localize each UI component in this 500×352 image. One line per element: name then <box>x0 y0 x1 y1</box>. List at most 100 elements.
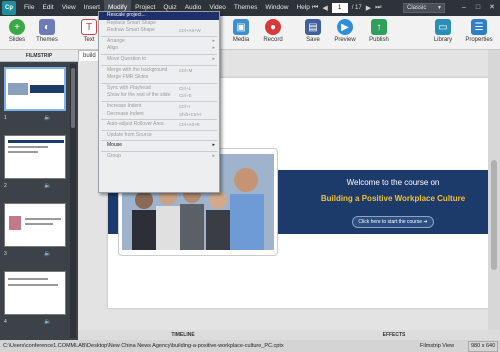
window-controls: – □ ✕ <box>458 2 498 13</box>
properties-button[interactable]: ☰ Properties <box>462 19 496 43</box>
menu-separator <box>101 129 217 131</box>
welcome-text: Welcome to the course on <box>346 178 440 187</box>
menu-item-auto-adjust-rollover[interactable]: Auto-adjust Rollover Area Ctrl+Alt+R <box>99 121 219 129</box>
scrollbar-thumb[interactable] <box>491 160 497 270</box>
menu-edit[interactable]: Edit <box>38 0 57 16</box>
filmstrip-slide-1[interactable] <box>4 67 66 111</box>
filmstrip-slide-4[interactable] <box>4 271 66 315</box>
resolution: 980 x 640 <box>468 341 499 352</box>
menu-item-group[interactable]: Group ▸ <box>99 153 219 161</box>
menu-item-label: Move Question to <box>107 55 147 62</box>
menu-item-shortcut: Ctrl+I <box>179 103 190 109</box>
filmstrip-scrollbar[interactable] <box>70 64 76 338</box>
stage-scrollbar[interactable] <box>488 50 500 330</box>
submenu-arrow-icon: ▸ <box>212 37 215 44</box>
page-total: / 17 <box>351 5 362 11</box>
menu-item-merge-background[interactable]: Merge with the background Ctrl+M <box>99 67 219 75</box>
course-title: Building a Positive Workplace Culture <box>320 194 466 203</box>
preview-button[interactable]: ▶ Preview <box>328 19 362 43</box>
speaker-icon: 🔈 <box>44 319 52 325</box>
menu-item-label: Merge FMR Slides <box>107 74 149 81</box>
menu-item-decrease-indent[interactable]: Decrease Indent Shift+Ctrl+I <box>99 111 219 119</box>
menu-item-shortcut: Ctrl+Alt+W <box>179 28 201 34</box>
menu-item-shortcut: Ctrl+Alt+R <box>179 122 200 128</box>
themes-button[interactable]: ◐ Themes <box>30 19 64 43</box>
preview-label: Preview <box>334 37 356 43</box>
menu-item-label: Group <box>107 152 121 159</box>
menu-item-replace-smart-shape[interactable]: Replace Smart Shape <box>99 20 219 28</box>
menu-item-label: Merge with the background <box>107 66 168 73</box>
first-page-icon[interactable]: ⏮ <box>312 4 318 12</box>
menu-item-label: Rescale project... <box>107 12 146 18</box>
view-mode: Filmstrip View <box>420 343 455 349</box>
menu-item-align[interactable]: Align ▸ <box>99 45 219 53</box>
menu-item-redraw-smart-shape[interactable]: Redraw Smart Shape Ctrl+Alt+W <box>99 27 219 35</box>
menu-item-update-from-source[interactable]: Update from Source <box>99 132 219 140</box>
menu-item-label: Decrease Indent <box>107 110 144 117</box>
thumb-line <box>25 218 61 220</box>
page-navigator: ⏮ ◀ 1 / 17 ▶ ⏭ <box>312 3 381 13</box>
next-page-icon[interactable]: ▶ <box>366 4 371 12</box>
image-icon: ▣ <box>233 19 249 35</box>
menu-window[interactable]: Window <box>261 0 292 16</box>
play-icon: ▶ <box>337 19 353 35</box>
menu-separator <box>101 140 217 142</box>
slide-number: 4 <box>4 319 7 325</box>
submenu-arrow-icon: ▸ <box>212 45 215 52</box>
thumb-line <box>8 146 48 148</box>
media-button[interactable]: ▣ Media <box>224 19 258 43</box>
close-icon[interactable]: ✕ <box>486 2 498 13</box>
menu-item-mouse[interactable]: Mouse ▸ <box>99 142 219 150</box>
menu-view[interactable]: View <box>58 0 80 16</box>
maximize-icon[interactable]: □ <box>472 2 484 13</box>
thumb-line <box>8 278 48 280</box>
publish-label: Publish <box>369 37 389 43</box>
properties-label: Properties <box>465 37 493 43</box>
menu-item-label: Show for the rest of the slide <box>107 92 171 99</box>
menu-file[interactable]: File <box>20 0 38 16</box>
themes-label: Themes <box>36 37 58 43</box>
minimize-icon[interactable]: – <box>458 2 470 13</box>
app-logo-icon: Cp <box>2 1 16 15</box>
record-button[interactable]: ● Record <box>256 19 290 43</box>
start-course-button[interactable]: Click here to start the course ➜ <box>352 216 434 228</box>
start-course-label: Click here to start the course <box>358 219 423 225</box>
menu-item-show-rest-of-slide[interactable]: Show for the rest of the slide Ctrl+E <box>99 92 219 100</box>
effects-tab[interactable]: EFFECTS <box>288 330 500 340</box>
submenu-arrow-icon: ▸ <box>212 152 215 159</box>
bottom-panel-tabs: TIMELINE EFFECTS <box>78 330 500 340</box>
folder-icon: ▭ <box>435 19 451 35</box>
prev-page-icon[interactable]: ◀ <box>322 4 327 12</box>
menu-item-increase-indent[interactable]: Increase Indent Ctrl+I <box>99 103 219 111</box>
filmstrip-title: FILMSTRIP <box>0 50 78 62</box>
menu-separator <box>101 82 217 84</box>
library-button[interactable]: ▭ Library <box>426 19 460 43</box>
slides-button[interactable]: + Slides <box>0 19 34 43</box>
thumb-line <box>8 151 38 153</box>
save-button[interactable]: ▤ Save <box>296 19 330 43</box>
thumb-band <box>30 85 64 93</box>
menu-item-sync-playhead[interactable]: Sync with Playhead Ctrl+L <box>99 85 219 93</box>
menu-separator <box>101 100 217 102</box>
toolbar: + Slides ◐ Themes T Text ▣ Media ● Recor… <box>0 16 500 50</box>
scrollbar-thumb[interactable] <box>71 68 75 128</box>
menu-help[interactable]: Help <box>292 0 313 16</box>
timeline-tab[interactable]: TIMELINE <box>78 330 288 340</box>
menu-item-merge-fmr-slides[interactable]: Merge FMR Slides <box>99 74 219 82</box>
publish-button[interactable]: ↑ Publish <box>362 19 396 43</box>
menu-item-move-question-to[interactable]: Move Question to ▸ <box>99 56 219 64</box>
last-page-icon[interactable]: ⏭ <box>375 4 381 12</box>
workspace-select[interactable]: Classic ▼ <box>403 3 445 13</box>
menu-item-label: Auto-adjust Rollover Area <box>107 121 164 128</box>
menu-separator <box>101 64 217 66</box>
page-number-input[interactable]: 1 <box>331 3 348 13</box>
speaker-icon: 🔈 <box>44 115 52 121</box>
slide-number: 2 <box>4 183 7 189</box>
filmstrip-slide-3[interactable] <box>4 203 66 247</box>
menu-item-arrange[interactable]: Arrange ▸ <box>99 38 219 46</box>
publish-icon: ↑ <box>371 19 387 35</box>
menu-item-rescale-project[interactable]: Rescale project... <box>99 12 219 20</box>
filmstrip-panel: FILMSTRIP 1 🔈 2 🔈 3 🔈 4 🔈 <box>0 50 78 340</box>
menu-themes[interactable]: Themes <box>230 0 261 16</box>
filmstrip-slide-2[interactable] <box>4 135 66 179</box>
